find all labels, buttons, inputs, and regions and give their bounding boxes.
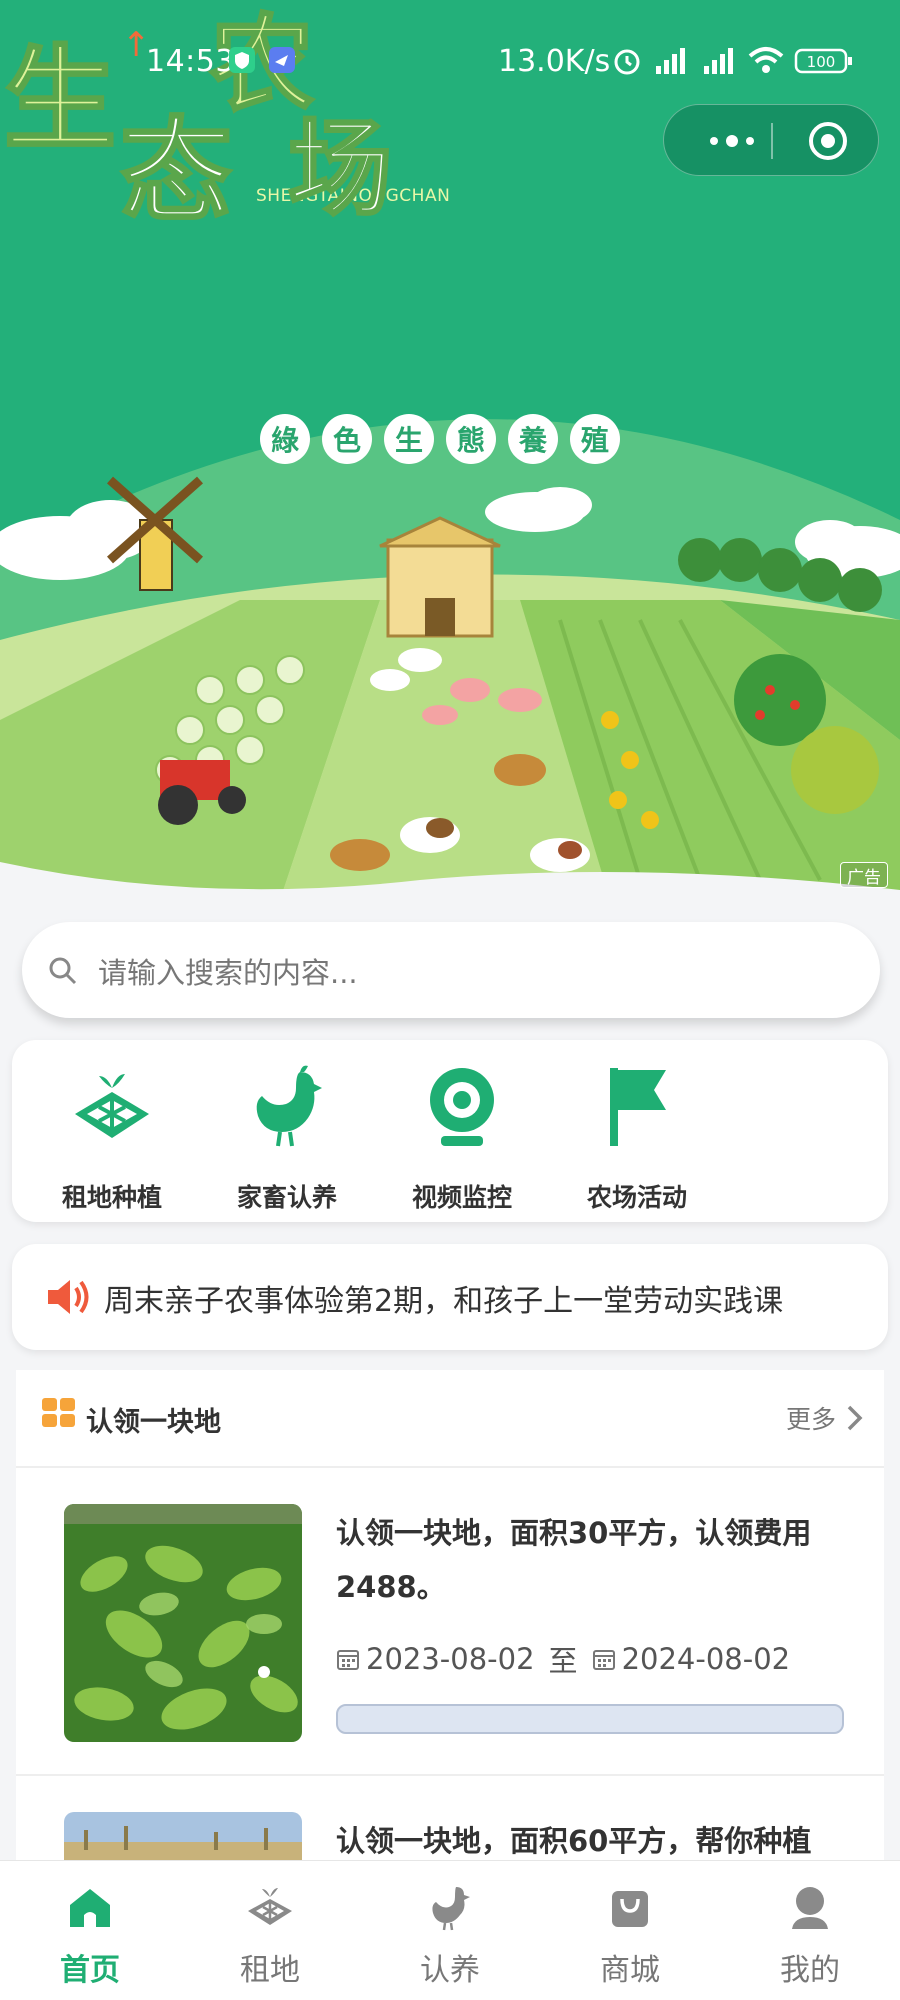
banner-tag: 態 [446, 414, 496, 464]
notice-text: 周末亲子农事体验第2期，和孩子上一堂劳动实践课 [104, 1284, 784, 1319]
search-bar[interactable]: 请输入搜索的内容... [22, 922, 880, 1018]
quick-nav-label: 视频监控 [411, 1183, 512, 1212]
tab-label: 租地 [240, 1953, 300, 1988]
app-icon [269, 47, 295, 73]
land-card-title: 认领一块地，面积30平方，认领费用2488。 [336, 1516, 812, 1604]
banner-tag: 綠 [260, 414, 310, 464]
signal-hd-icon [704, 48, 733, 74]
search-icon [49, 957, 77, 985]
status-time: 14:53 [146, 44, 235, 79]
chicken-icon [432, 1887, 470, 1931]
tab-label: 认养 [420, 1953, 480, 1988]
banner-tag: 生 [384, 414, 434, 464]
ad-badge: 广告 [840, 862, 888, 888]
quick-nav: 租地种植 家畜认养 视频监控 农场活动 [12, 1040, 888, 1222]
quick-nav-livestock[interactable]: 家畜认养 [212, 1062, 362, 1212]
land-thumbnail [64, 1504, 302, 1742]
notice-bar[interactable]: 周末亲子农事体验第2期，和孩子上一堂劳动实践课 [12, 1244, 888, 1350]
section-title: 认领一块地 [86, 1407, 221, 1438]
battery-icon: 100 [794, 48, 852, 74]
section-header: 认领一块地 更多 [16, 1370, 884, 1468]
quick-nav-land-rental[interactable]: 租地种植 [37, 1062, 187, 1212]
svg-text:场: 场 [288, 108, 392, 220]
shield-icon [229, 47, 255, 73]
more-link[interactable]: 更多 [786, 1400, 836, 1436]
start-date: 2023-08-02 [366, 1642, 535, 1676]
status-bar: 14:53 13.0K/s 100 [0, 0, 900, 120]
battery-level: 100 [807, 53, 836, 71]
land-plot-icon [248, 1888, 292, 1925]
home-icon [70, 1889, 110, 1927]
calendar-icon [592, 1650, 615, 1670]
user-icon [792, 1887, 828, 1929]
quick-nav-label: 农场活动 [586, 1183, 687, 1212]
calendar-icon [337, 1650, 359, 1670]
tab-label: 我的 [780, 1953, 840, 1988]
banner-tags: 綠 色 生 態 養 殖 [260, 414, 620, 464]
tab-bar: 首页 租地 认养 商城 我的 [0, 1860, 900, 2000]
quick-nav-video[interactable]: 视频监控 [387, 1062, 537, 1212]
progress-bar [336, 1704, 844, 1734]
tab-profile[interactable]: 我的 [720, 1883, 900, 1993]
banner-tag: 殖 [570, 414, 620, 464]
network-speed: 13.0K/s [498, 44, 611, 79]
wifi-icon [748, 47, 784, 73]
quick-nav-activities[interactable]: 农场活动 [562, 1062, 712, 1212]
alarm-icon [614, 49, 640, 75]
date-separator: 至 [548, 1644, 578, 1678]
signal-hd-icon [656, 48, 685, 74]
tab-shop[interactable]: 商城 [540, 1883, 720, 1993]
tab-land[interactable]: 租地 [180, 1883, 360, 1993]
mini-program-capsule [663, 104, 879, 176]
end-date: 2024-08-02 [621, 1642, 791, 1676]
more-dots-icon[interactable] [704, 125, 760, 157]
chicken-icon [256, 1065, 322, 1147]
camera-icon [430, 1068, 494, 1146]
land-plot-icon [75, 1074, 149, 1138]
quick-nav-label: 租地种植 [61, 1183, 162, 1212]
land-card[interactable]: 认领一块地，面积30平方，认领费用2488。 2023-08-02 至 2024… [16, 1470, 884, 1776]
tab-home[interactable]: 首页 [0, 1883, 180, 1993]
tab-label: 首页 [60, 1953, 120, 1988]
tab-adopt[interactable]: 认养 [360, 1883, 540, 1993]
capsule-divider [771, 123, 773, 159]
claim-land-section: 认领一块地 更多 认领一块地，面积30平方，认领费用2488。 2023-08-… [16, 1370, 884, 2000]
close-target-icon[interactable] [806, 119, 850, 163]
banner-tag: 色 [322, 414, 372, 464]
tab-label: 商城 [600, 1953, 660, 1988]
land-card-dates: 2023-08-02 至 2024-08-02 [336, 1638, 790, 1680]
banner-tag: 養 [508, 414, 558, 464]
shopping-bag-icon [612, 1891, 648, 1927]
speaker-icon [48, 1280, 89, 1314]
search-placeholder: 请输入搜索的内容... [98, 956, 358, 990]
grid-icon [42, 1398, 75, 1427]
quick-nav-label: 家畜认养 [236, 1183, 337, 1212]
chevron-right-icon[interactable] [846, 1404, 864, 1432]
flag-icon [610, 1068, 666, 1146]
